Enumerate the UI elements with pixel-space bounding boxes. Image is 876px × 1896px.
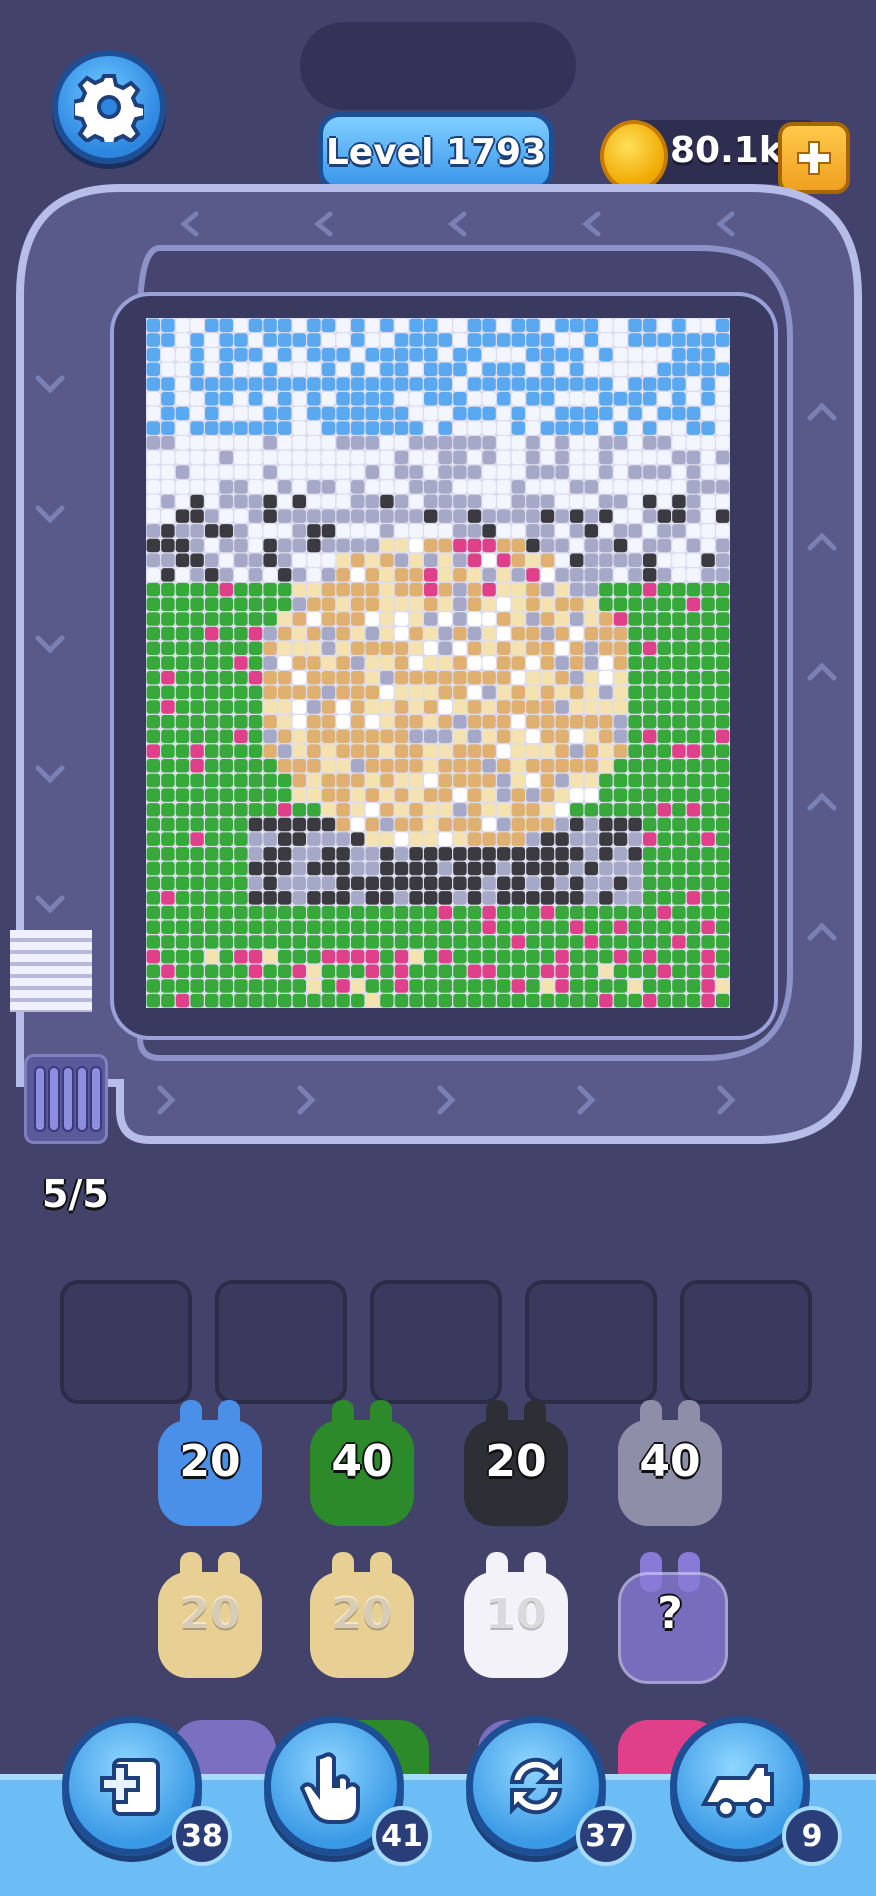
shuffle-count: 37 bbox=[576, 1806, 636, 1866]
white-piece[interactable]: 10 bbox=[464, 1552, 568, 1682]
camera-notch bbox=[300, 22, 576, 110]
coin-count: 80.1k bbox=[670, 130, 783, 171]
piece-count: 20 bbox=[179, 1588, 241, 1639]
piece-count: 10 bbox=[485, 1588, 547, 1639]
piece-count: 40 bbox=[331, 1436, 393, 1487]
hand-pointer-icon bbox=[299, 1752, 360, 1824]
cream-piece[interactable]: 20 bbox=[158, 1552, 262, 1682]
piece-count: 20 bbox=[485, 1436, 547, 1487]
piece-count: ? bbox=[657, 1588, 683, 1639]
empty-slot[interactable] bbox=[370, 1280, 502, 1404]
piece-count: 40 bbox=[639, 1436, 701, 1487]
pixel-picture bbox=[146, 318, 730, 1008]
cream-piece[interactable]: 20 bbox=[310, 1552, 414, 1682]
plus-icon bbox=[797, 141, 831, 175]
settings-button[interactable] bbox=[52, 50, 166, 164]
piece-count: 20 bbox=[331, 1588, 393, 1639]
queue-counter: 5/5 bbox=[42, 1172, 109, 1216]
empty-slot[interactable] bbox=[525, 1280, 657, 1404]
gray-piece[interactable]: 40 bbox=[618, 1400, 722, 1530]
entry-ramp bbox=[10, 930, 92, 1012]
add-slot-count: 38 bbox=[172, 1806, 232, 1866]
gear-icon bbox=[74, 74, 144, 142]
green-piece[interactable]: 40 bbox=[310, 1400, 414, 1530]
shuffle-icon bbox=[509, 1757, 563, 1815]
empty-slot[interactable] bbox=[680, 1280, 812, 1404]
add-slot-icon bbox=[100, 1758, 160, 1816]
black-piece[interactable]: 20 bbox=[464, 1400, 568, 1530]
empty-slot[interactable] bbox=[60, 1280, 192, 1404]
train-count: 9 bbox=[782, 1806, 842, 1866]
pick-count: 41 bbox=[372, 1806, 432, 1866]
thread-spool bbox=[24, 1054, 108, 1144]
piece-count: 20 bbox=[179, 1436, 241, 1487]
blue-piece[interactable]: 20 bbox=[158, 1400, 262, 1530]
empty-slot[interactable] bbox=[215, 1280, 347, 1404]
train-icon bbox=[700, 1764, 774, 1818]
mystery-piece[interactable]: ? bbox=[618, 1552, 728, 1684]
